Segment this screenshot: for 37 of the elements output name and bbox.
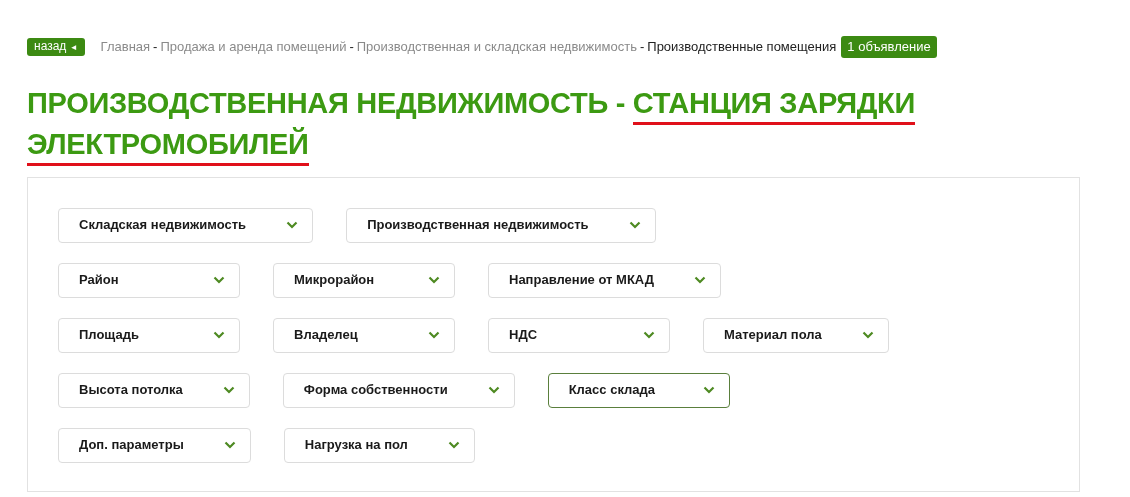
filter-dropdown[interactable]: Высота потолка	[58, 372, 250, 408]
chevron-down-icon	[702, 386, 715, 394]
filter-dropdown[interactable]: Микрорайон	[273, 262, 455, 298]
chevron-down-icon	[428, 276, 440, 284]
chevron-down-icon	[628, 221, 641, 229]
chevron-down-icon	[213, 331, 225, 339]
filter-dropdown[interactable]: Нагрузка на пол	[283, 427, 475, 463]
chevron-down-icon	[213, 276, 225, 284]
filter-dropdown[interactable]: Владелец	[273, 317, 455, 353]
breadcrumb-current: Производственные помещения	[647, 38, 837, 56]
breadcrumb-link[interactable]: Производственная и складская недвижимость	[356, 37, 637, 57]
chevron-down-icon	[861, 331, 874, 339]
count-badge: 1 объявление	[841, 36, 937, 58]
filter-dropdown[interactable]: НДС	[488, 317, 670, 353]
filter-dropdown[interactable]: Форма собственности	[282, 372, 515, 408]
breadcrumb-separator: -	[153, 38, 158, 56]
chevron-down-icon	[223, 441, 236, 449]
filter-dropdown[interactable]: Доп. параметры	[58, 427, 251, 463]
filter-dropdown[interactable]: Материал пола	[703, 317, 889, 353]
chevron-down-icon	[222, 386, 235, 394]
filter-dropdown[interactable]: Площадь	[58, 317, 240, 353]
filter-dropdown[interactable]: Класс склада	[547, 372, 730, 408]
chevron-down-icon	[447, 441, 460, 449]
filter-dropdown[interactable]: Производственная недвижимость	[346, 207, 656, 243]
chevron-down-icon	[428, 331, 440, 339]
breadcrumb-separator: -	[349, 38, 354, 56]
filter-dropdown[interactable]: Складская недвижимость	[58, 207, 314, 243]
filter-dropdown[interactable]: Район	[58, 262, 240, 298]
chevron-down-icon	[487, 386, 500, 394]
chevron-down-icon	[286, 221, 299, 229]
breadcrumb-link[interactable]: Продажа и аренда помещений	[160, 37, 347, 57]
back-arrow-icon: ◄	[69, 42, 78, 52]
chevron-down-icon	[693, 276, 706, 284]
chevron-down-icon	[643, 331, 655, 339]
back-button[interactable]: назад ◄	[27, 37, 85, 56]
filter-dropdown[interactable]: Направление от МКАД	[488, 262, 721, 298]
breadcrumb-separator: -	[639, 38, 645, 56]
